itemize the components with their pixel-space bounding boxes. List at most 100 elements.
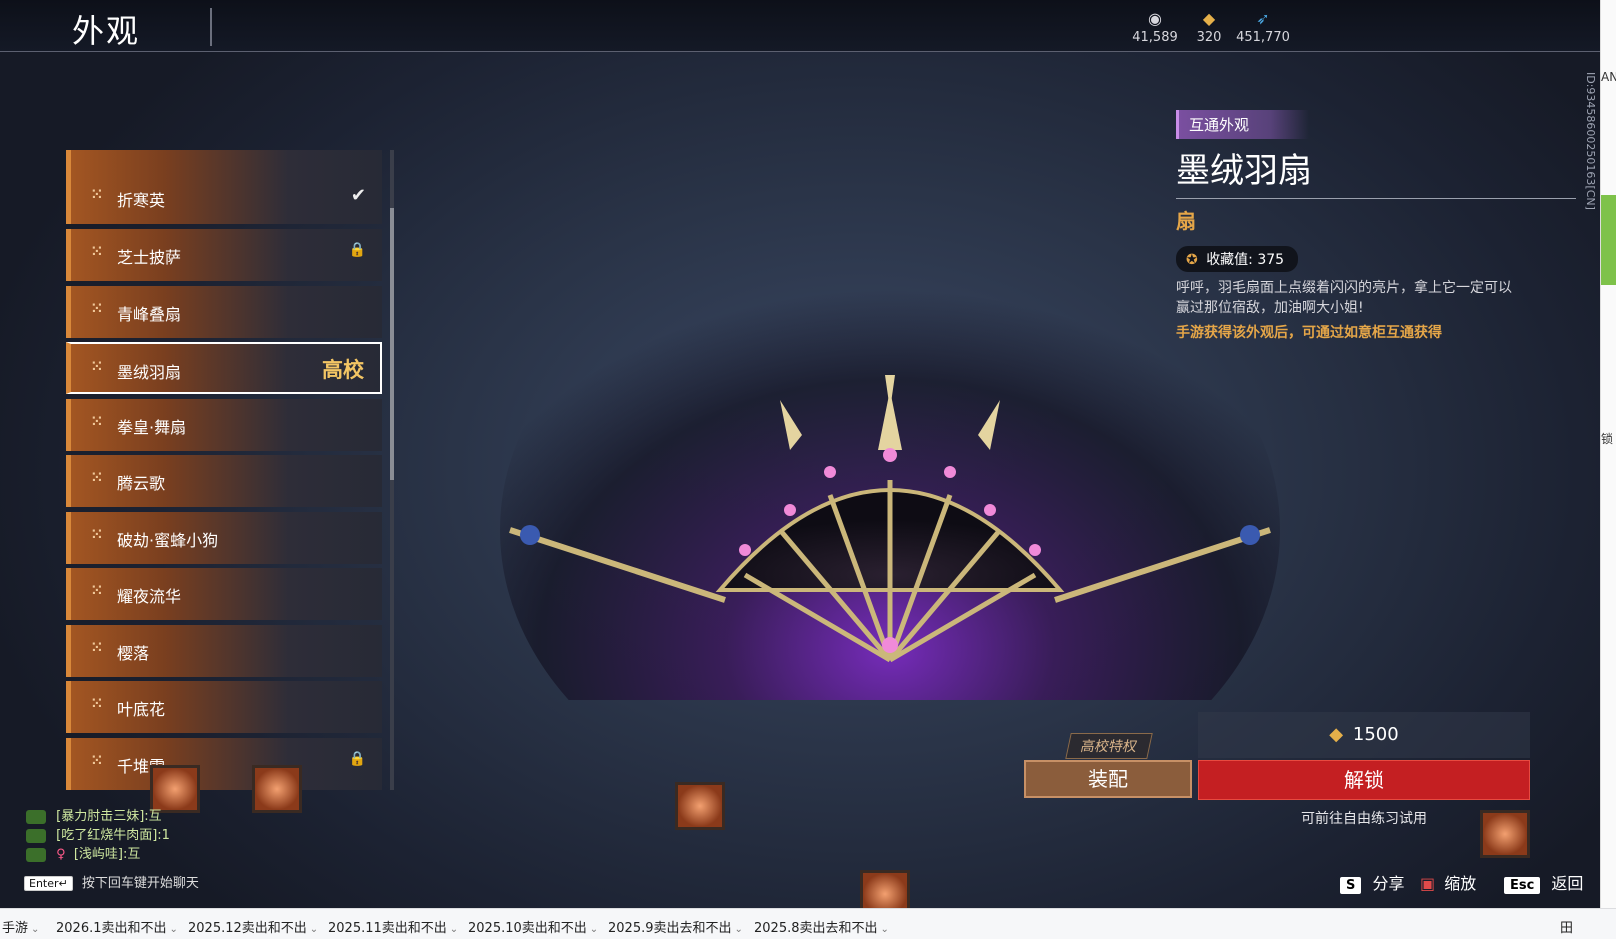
title-divider <box>210 8 212 46</box>
fan-preview-model[interactable] <box>490 210 1290 700</box>
sheet-tab-label: 2026.1卖出和不出 <box>56 921 167 936</box>
list-item-name: 腾云歌 <box>117 474 166 493</box>
fan-type-icon: ⁙ <box>91 527 103 543</box>
share-hotkey[interactable]: S 分享 <box>1340 870 1404 894</box>
list-item[interactable]: ⁙ 腾云歌 <box>66 455 382 507</box>
chat-text: [暴力肘击三妹]:互 <box>56 809 162 824</box>
lantern-decoration <box>860 870 910 908</box>
chevron-down-icon: ⌄ <box>31 924 40 935</box>
chat-text: [浅屿哇]:互 <box>73 847 141 862</box>
sheet-tab-bar: 手游 ⌄ 2026.1卖出和不出 ⌄ 2025.12卖出和不出 ⌄ 2025.11卖出… <box>0 908 1616 939</box>
detail-panel: 互通外观 墨绒羽扇 扇 ✪ 收藏值: 375 呼呼，羽毛扇面上点缀着闪闪的亮片，… <box>1176 110 1596 342</box>
edge-label: 锁 <box>1601 432 1614 446</box>
chevron-down-icon: ⌄ <box>880 924 889 935</box>
fan-type-icon: ⁙ <box>91 640 103 656</box>
collection-label: 收藏值: 375 <box>1206 252 1285 268</box>
sheet-tab-label: 2025.8卖出去和不出 <box>754 921 878 936</box>
eye-icon <box>26 847 46 862</box>
list-item-name: 樱落 <box>117 644 150 663</box>
side-window-edge: AN 锁 <box>1600 0 1616 908</box>
gold-ingot-icon: ◆ <box>1329 724 1344 745</box>
currency-value: 41,589 <box>1132 30 1178 45</box>
sheet-tab[interactable]: 2026.1卖出和不出 ⌄ <box>56 917 178 936</box>
sheet-tab[interactable]: 2025.8卖出去和不出 ⌄ <box>754 917 889 936</box>
chevron-down-icon: ⌄ <box>589 924 599 935</box>
list-item-name: 墨绒羽扇 <box>117 363 182 382</box>
list-item[interactable]: ⁙ 青峰叠扇 <box>66 286 382 338</box>
sheet-tab-label: 2025.11卖出和不出 <box>328 921 447 936</box>
fan-type-icon: ⁙ <box>91 414 103 430</box>
enter-key-icon: Enter↵ <box>24 876 73 891</box>
top-bar: 外观 ◉ 41,589 ◆ 320 ➶ 451,770 <box>0 0 1600 52</box>
chat-line: [暴力肘击三妹]:互 <box>26 805 170 824</box>
currency-value: 451,770 <box>1236 30 1290 45</box>
chat-line: [吃了红烧牛肉面]:1 <box>26 824 170 843</box>
list-item[interactable]: ⁙ 拳皇·舞扇 <box>66 399 382 451</box>
zoom-icon: ▣ <box>1420 874 1436 893</box>
sheet-tab[interactable]: 2025.10卖出和不出 ⌄ <box>468 917 598 936</box>
sheet-tab-label: 2025.10卖出和不出 <box>468 921 587 936</box>
list-item-name: 芝士披萨 <box>117 248 182 267</box>
list-item[interactable]: ⁙ 叶底花 <box>66 681 382 733</box>
list-item[interactable]: ⁙ 樱落 <box>66 625 382 677</box>
hotkey-label: 缩放 <box>1444 874 1477 893</box>
fan-type-icon: ⁙ <box>91 244 103 260</box>
trial-hint: 可前往自由练习试用 <box>1301 811 1427 827</box>
chevron-down-icon: ⌄ <box>449 924 459 935</box>
fan-type-icon: ⁙ <box>91 359 103 375</box>
check-icon: ✔ <box>350 185 366 206</box>
list-item[interactable]: ⁙ 千堆雪 🔒 <box>66 738 382 790</box>
back-hotkey[interactable]: Esc 返回 <box>1504 870 1583 894</box>
game-window: 外观 ◉ 41,589 ◆ 320 ➶ 451,770 ⁙ 折寒英 ✔ ⁙ 芝士… <box>0 0 1600 908</box>
chat-line: ♀ [浅屿哇]:互 <box>26 843 170 862</box>
sheet-tab[interactable]: 2025.12卖出和不出 ⌄ <box>188 917 318 936</box>
chevron-down-icon: ⌄ <box>734 924 743 935</box>
lock-icon: 🔒 <box>348 751 366 767</box>
list-item[interactable]: ⁙ 耀夜流华 <box>66 568 382 620</box>
fan-type-icon: ⁙ <box>91 187 103 203</box>
esc-key-icon: Esc <box>1504 877 1541 894</box>
equip-button[interactable]: 装配 <box>1024 760 1192 798</box>
fan-type-icon: ⁙ <box>91 696 103 712</box>
school-badge: 高校 <box>322 358 364 382</box>
crossplay-tag: 互通外观 <box>1176 110 1310 139</box>
feather-icon: ➶ <box>1256 9 1270 28</box>
item-description: 呼呼，羽毛扇面上点缀着闪闪的亮片，拿上它一定可以赢过那位宿敌，加油啊大小姐! <box>1176 280 1512 316</box>
enter-hint-text: 按下回车键开始聊天 <box>81 876 199 891</box>
list-item[interactable]: ⁙ 芝士披萨 🔒 <box>66 229 382 281</box>
unlock-button[interactable]: 解锁 <box>1198 760 1530 800</box>
list-item[interactable]: ⁙ 破劫·蜜蜂小狗 <box>66 512 382 564</box>
currency-feathers: ➶ 451,770 <box>1228 8 1298 45</box>
chat-input-hint[interactable]: Enter↵ 按下回车键开始聊天 <box>24 872 199 891</box>
eye-icon <box>26 809 46 824</box>
sheet-tab-label: 2025.12卖出和不出 <box>188 921 307 936</box>
sheet-tab-label: 手游 <box>2 921 29 936</box>
lantern-decoration <box>252 765 302 813</box>
list-item-selected[interactable]: ⁙ 墨绒羽扇 高校 <box>66 342 382 394</box>
crossplay-note: 手游获得该外观后，可通过如意柜互通获得 <box>1176 325 1442 341</box>
chevron-down-icon: ⌄ <box>309 924 319 935</box>
hotkey-label: 返回 <box>1551 874 1584 893</box>
item-type: 扇 <box>1176 209 1196 233</box>
price-display: ◆ 1500 <box>1198 712 1530 758</box>
collection-icon: ✪ <box>1186 252 1198 268</box>
price-value: 1500 <box>1352 724 1399 745</box>
female-icon: ♀ <box>56 847 66 862</box>
currency-value: 320 <box>1196 30 1222 45</box>
chat-text: [吃了红烧牛肉面]:1 <box>56 828 170 843</box>
grid-view-icon[interactable]: 田 <box>1560 917 1573 936</box>
sheet-tab[interactable]: 2025.11卖出和不出 ⌄ <box>328 917 458 936</box>
zoom-hotkey[interactable]: ▣ 缩放 <box>1420 870 1476 894</box>
item-title: 墨绒羽扇 <box>1176 143 1576 199</box>
s-key-icon: S <box>1340 877 1362 894</box>
fan-type-icon: ⁙ <box>91 301 103 317</box>
sheet-tab[interactable]: 手游 ⌄ <box>2 917 39 936</box>
list-item-name: 耀夜流华 <box>117 587 182 606</box>
left-jewel <box>520 525 540 545</box>
player-id: ID:93458600250163[CN] <box>1584 72 1597 210</box>
sheet-tab[interactable]: 2025.9卖出去和不出 ⌄ <box>608 917 743 936</box>
eye-icon <box>26 828 46 843</box>
school-privilege-badge: 高校特权 <box>1065 733 1153 759</box>
list-item[interactable]: ⁙ 折寒英 ✔ <box>66 172 382 224</box>
list-item-name: 拳皇·舞扇 <box>117 418 187 437</box>
